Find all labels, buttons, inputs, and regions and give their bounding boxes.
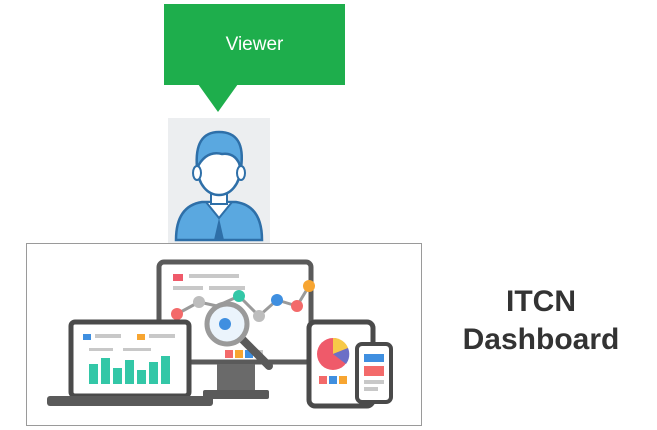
callout-pointer (198, 84, 238, 112)
viewer-avatar (168, 118, 270, 243)
laptop-icon (47, 319, 213, 406)
devices-analytics-illustration (47, 259, 393, 409)
dashboard-frame (26, 243, 422, 426)
dashboard-title-line2: Dashboard (462, 323, 620, 356)
dashboard-title: ITCN Dashboard (430, 283, 652, 359)
user-avatar-icon (174, 130, 264, 242)
viewer-label: Viewer (225, 33, 284, 55)
phone-icon (355, 342, 393, 404)
viewer-callout: Viewer (164, 4, 345, 85)
dashboard-title-line1: ITCN (506, 285, 576, 318)
